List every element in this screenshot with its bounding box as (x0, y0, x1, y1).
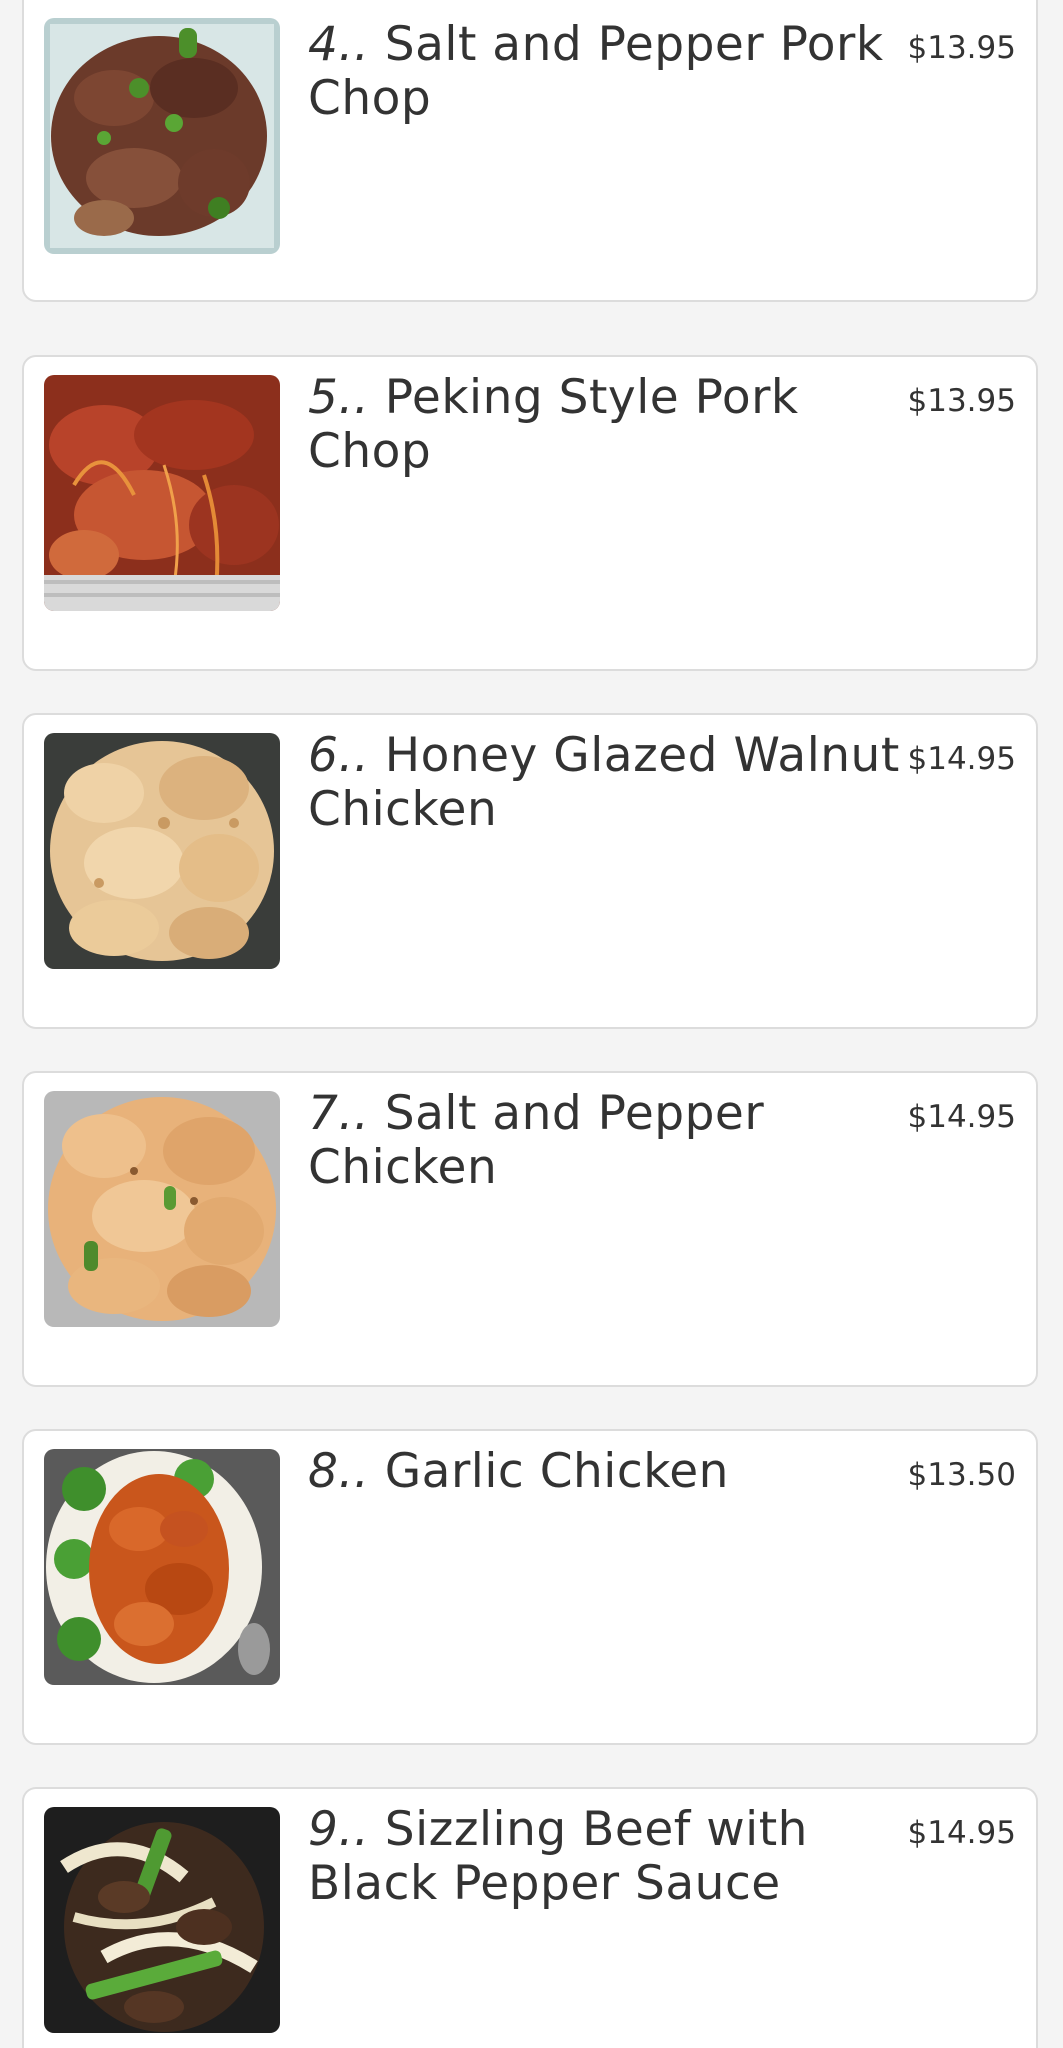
menu-item-card[interactable]: 5.. Peking Style Pork Chop $13.95 (22, 355, 1038, 671)
dish-name: 8.. Garlic Chicken (308, 1445, 908, 1499)
pork-chop-image (44, 18, 280, 254)
dish-photo (44, 1449, 280, 1685)
dish-title: Salt and Pepper Chicken (308, 1086, 765, 1195)
dish-title: Sizzling Beef with Black Pepper Sauce (308, 1802, 808, 1911)
dish-number: 4.. (308, 17, 370, 72)
dish-photo (44, 733, 280, 969)
sizzling-beef-image (44, 1807, 280, 2033)
dish-price: $13.50 (907, 1457, 1016, 1493)
dish-photo (44, 18, 280, 254)
dish-number: 8.. (308, 1444, 370, 1499)
dish-price: $13.95 (907, 30, 1016, 66)
menu-item-card[interactable]: 4.. Salt and Pepper Pork Chop $13.95 (22, 0, 1038, 302)
dish-title: Salt and Pepper Pork Chop (308, 17, 884, 126)
dish-price: $14.95 (907, 1099, 1016, 1135)
dish-name: 5.. Peking Style Pork Chop (308, 371, 908, 479)
dish-price: $14.95 (907, 1815, 1016, 1851)
dish-photo (44, 1807, 280, 2033)
menu-item-card[interactable]: 8.. Garlic Chicken $13.50 (22, 1429, 1038, 1745)
dish-price: $13.95 (907, 383, 1016, 419)
dish-number: 9.. (308, 1802, 370, 1857)
menu-item-card[interactable]: 6.. Honey Glazed Walnut Chicken $14.95 (22, 713, 1038, 1029)
dish-name: 9.. Sizzling Beef with Black Pepper Sauc… (308, 1803, 908, 1911)
dish-name: 4.. Salt and Pepper Pork Chop (308, 18, 908, 126)
dish-title: Garlic Chicken (384, 1444, 729, 1499)
dish-number: 7.. (308, 1086, 370, 1141)
menu-item-card[interactable]: 7.. Salt and Pepper Chicken $14.95 (22, 1071, 1038, 1387)
walnut-chicken-image (44, 733, 280, 969)
dish-title: Peking Style Pork Chop (308, 370, 799, 479)
menu-item-card[interactable]: 9.. Sizzling Beef with Black Pepper Sauc… (22, 1787, 1038, 2048)
salt-pepper-chicken-image (44, 1091, 280, 1327)
dish-photo (44, 1091, 280, 1327)
garlic-chicken-image (44, 1449, 280, 1685)
dish-price: $14.95 (907, 741, 1016, 777)
dish-number: 5.. (308, 370, 370, 425)
dish-name: 6.. Honey Glazed Walnut Chicken (308, 729, 908, 837)
dish-number: 6.. (308, 728, 370, 783)
pork-chop-image (44, 375, 280, 611)
menu-item-list: 4.. Salt and Pepper Pork Chop $13.95 5..… (0, 0, 1063, 2048)
dish-title: Honey Glazed Walnut Chicken (308, 728, 900, 837)
dish-name: 7.. Salt and Pepper Chicken (308, 1087, 908, 1195)
dish-photo (44, 375, 280, 611)
